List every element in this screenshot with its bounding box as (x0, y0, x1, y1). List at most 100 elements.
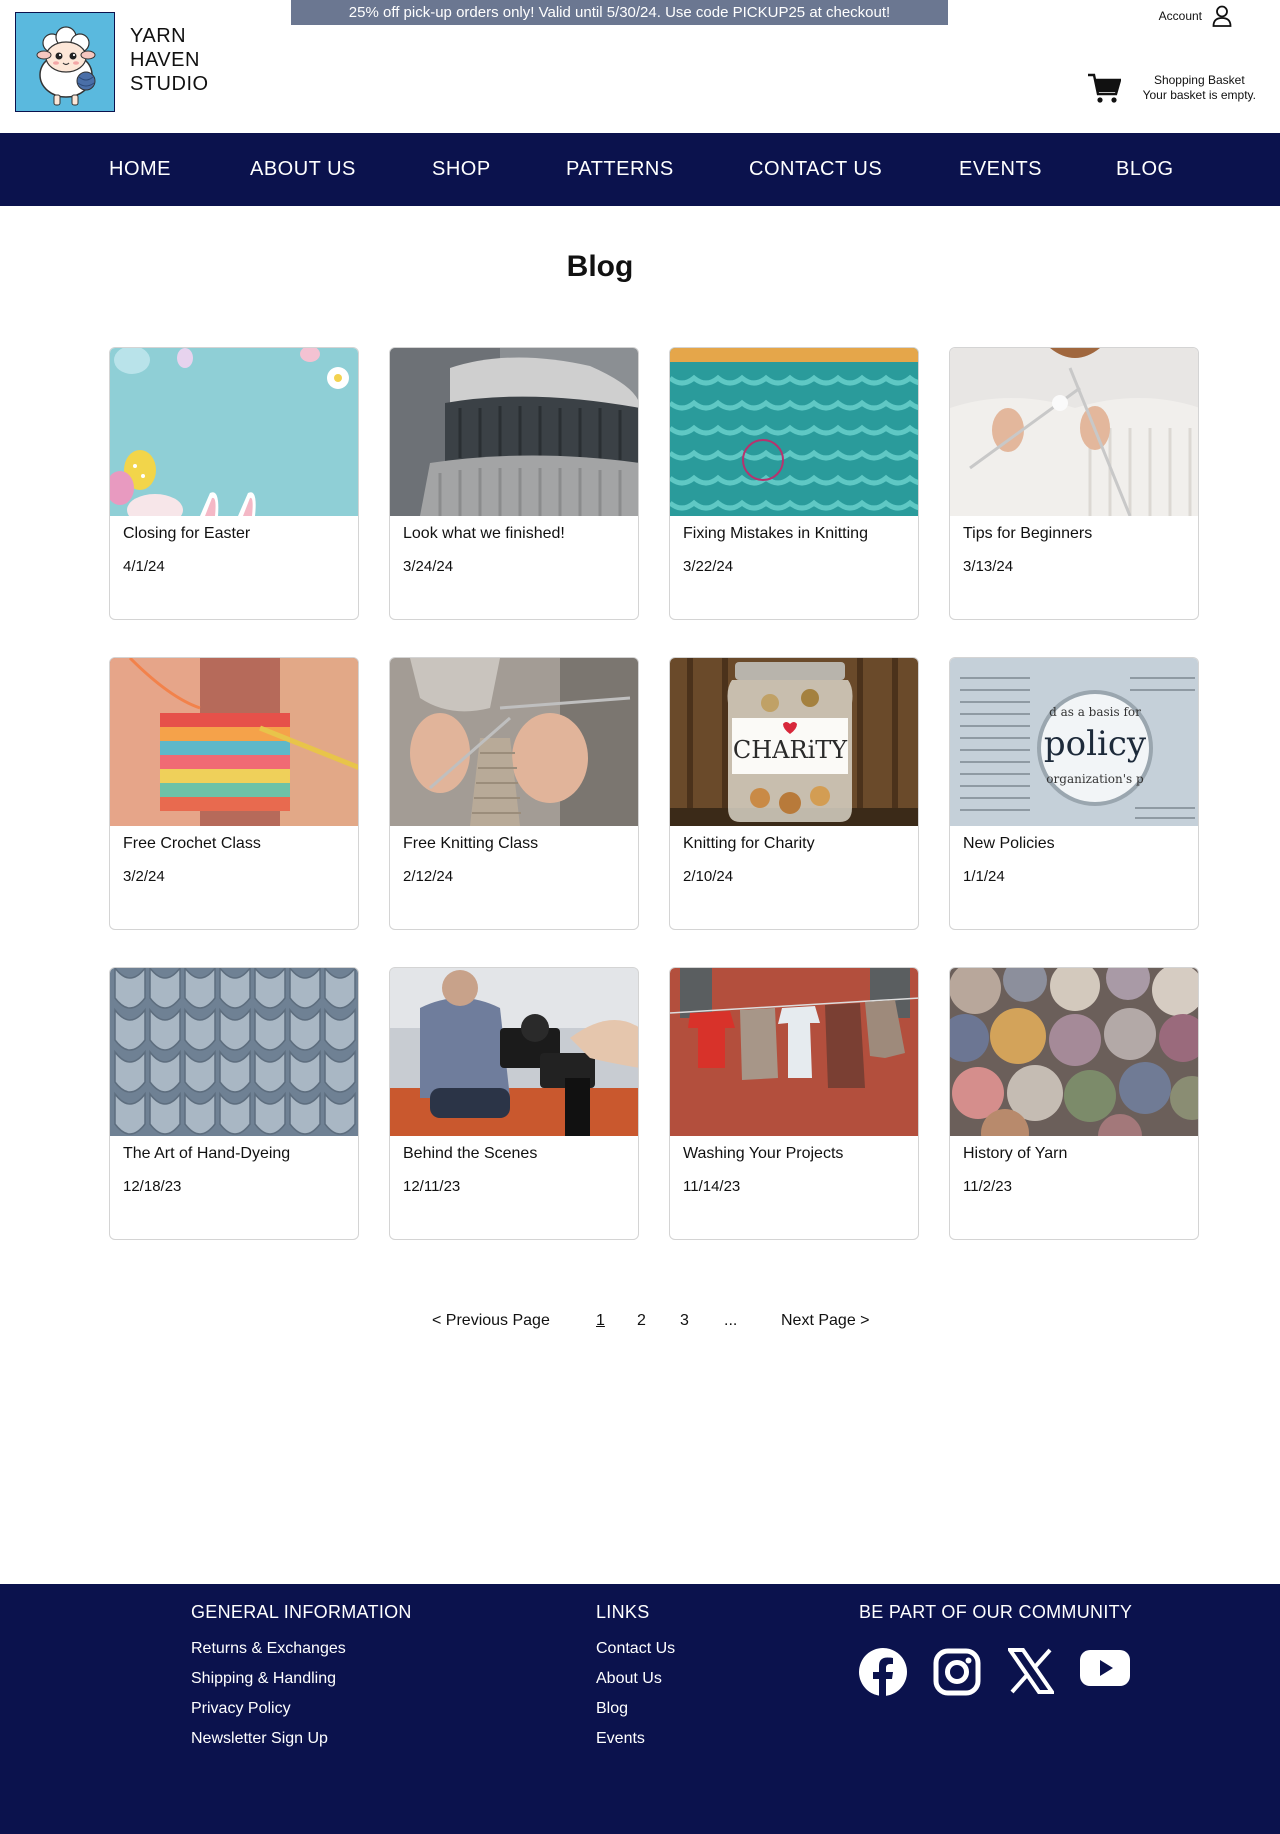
footer-link-contact[interactable]: Contact Us (596, 1640, 675, 1658)
policy-bottom-text: organization's p (1046, 772, 1144, 786)
page-title: Blog (566, 250, 634, 283)
logo-sheep-image[interactable] (15, 12, 115, 112)
page-2-link[interactable]: 2 (637, 1312, 646, 1330)
nav-contact-us[interactable]: CONTACT US (749, 133, 882, 206)
charity-jar-image: CHARiTY (670, 658, 918, 826)
nav-home[interactable]: HOME (109, 133, 171, 206)
basket-status: Your basket is empty. (1142, 88, 1256, 102)
basket-text: Shopping Basket Your basket is empty. (1143, 73, 1256, 103)
instagram-icon[interactable] (933, 1648, 981, 1696)
card-title: Tips for Beginners (963, 525, 1093, 542)
blog-card-crochet-class[interactable]: Free Crochet Class 3/2/24 (109, 657, 359, 930)
sweaters-image (390, 348, 638, 516)
card-date: 12/11/23 (403, 1178, 461, 1195)
card-title: Fixing Mistakes in Knitting (683, 525, 868, 542)
policy-top-text: d as a basis for (1049, 705, 1141, 719)
nav-patterns[interactable]: PATTERNS (566, 133, 674, 206)
footer-community-heading: BE PART OF OUR COMMUNITY (859, 1602, 1133, 1622)
nav-events[interactable]: EVENTS (959, 133, 1042, 206)
card-title: Washing Your Projects (683, 1145, 844, 1162)
main-nav: HOME ABOUT US SHOP PATTERNS CONTACT US E… (0, 133, 1280, 206)
footer-link-returns[interactable]: Returns & Exchanges (191, 1640, 346, 1658)
pagination: < Previous Page 1 2 3 ... Next Page > (0, 1312, 1280, 1332)
card-date: 4/1/24 (123, 558, 165, 575)
clothesline-image (670, 968, 918, 1136)
footer-links-heading: LINKS (596, 1602, 650, 1622)
footer-general-heading: GENERAL INFORMATION (191, 1602, 412, 1622)
footer-link-events[interactable]: Events (596, 1730, 645, 1748)
blog-card-tips-beginners[interactable]: Tips for Beginners 3/13/24 (949, 347, 1199, 620)
page-1-link[interactable]: 1 (596, 1312, 605, 1330)
yarn-balls-image (950, 968, 1198, 1136)
facebook-icon[interactable] (859, 1648, 907, 1696)
blog-card-new-policies[interactable]: d as a basis for policy organization's p… (949, 657, 1199, 930)
youtube-icon[interactable] (1080, 1650, 1130, 1686)
footer-link-shipping[interactable]: Shipping & Handling (191, 1670, 336, 1688)
policy-image: d as a basis for policy organization's p (950, 658, 1198, 826)
logo-line-3: STUDIO (130, 73, 209, 95)
account-link[interactable]: Account (1159, 5, 1232, 27)
card-date: 11/2/23 (963, 1178, 1012, 1195)
card-date: 3/2/24 (123, 868, 165, 885)
basket-title: Shopping Basket (1153, 73, 1245, 87)
blog-card-knitting-class[interactable]: Free Knitting Class 2/12/24 (389, 657, 639, 930)
sheep-icon (16, 13, 114, 111)
knitting-hands-image (950, 348, 1198, 516)
chunky-knit-image (110, 968, 358, 1136)
promo-banner: 25% off pick-up orders only! Valid until… (291, 0, 948, 25)
nav-about-us[interactable]: ABOUT US (250, 133, 356, 206)
blog-card-knitting-charity[interactable]: CHARiTY Knitting for Charity 2/10/24 (669, 657, 919, 930)
card-title: Behind the Scenes (403, 1145, 538, 1162)
card-title: History of Yarn (963, 1145, 1068, 1162)
card-title: Free Knitting Class (403, 835, 539, 852)
card-date: 12/18/23 (123, 1178, 182, 1195)
next-page-link[interactable]: Next Page > (781, 1312, 870, 1330)
crochet-image (110, 658, 358, 826)
blog-card-fixing-mistakes[interactable]: Fixing Mistakes in Knitting 3/22/24 (669, 347, 919, 620)
logo-wordmark[interactable]: YARN HAVEN STUDIO (130, 24, 209, 96)
previous-page-link[interactable]: < Previous Page (432, 1312, 550, 1330)
blog-card-behind-scenes[interactable]: Behind the Scenes 12/11/23 (389, 967, 639, 1240)
card-title: Knitting for Charity (683, 835, 815, 852)
card-title: Closing for Easter (123, 525, 251, 542)
cart-icon (1087, 73, 1121, 103)
knitting-class-image (390, 658, 638, 826)
easter-image (110, 348, 358, 516)
nav-shop[interactable]: SHOP (432, 133, 491, 206)
blog-card-easter[interactable]: Closing for Easter 4/1/24 (109, 347, 359, 620)
card-title: New Policies (963, 835, 1055, 852)
blog-card-hand-dyeing[interactable]: The Art of Hand-Dyeing 12/18/23 (109, 967, 359, 1240)
footer-link-newsletter[interactable]: Newsletter Sign Up (191, 1730, 328, 1748)
pagination-ellipsis: ... (724, 1312, 738, 1329)
camera-image (390, 968, 638, 1136)
card-date: 2/10/24 (683, 868, 734, 885)
card-date: 3/24/24 (403, 558, 454, 575)
card-date: 3/22/24 (683, 558, 734, 575)
site-footer: GENERAL INFORMATION Returns & Exchanges … (0, 1584, 1280, 1834)
card-date: 11/14/23 (683, 1178, 741, 1195)
card-date: 2/12/24 (403, 868, 454, 885)
card-date: 3/13/24 (963, 558, 1014, 575)
card-title: Look what we finished! (403, 525, 565, 542)
policy-text: policy (1044, 724, 1147, 764)
blog-card-history-yarn[interactable]: History of Yarn 11/2/23 (949, 967, 1199, 1240)
footer-link-about[interactable]: About Us (596, 1670, 662, 1688)
user-icon (1212, 5, 1232, 27)
logo-line-2: HAVEN (130, 49, 200, 71)
card-title: Free Crochet Class (123, 835, 261, 852)
nav-blog[interactable]: BLOG (1116, 133, 1174, 206)
x-icon[interactable] (1008, 1648, 1054, 1694)
site-header: YARN HAVEN STUDIO 25% off pick-up orders… (0, 0, 1280, 133)
blog-card-finished[interactable]: Look what we finished! 3/24/24 (389, 347, 639, 620)
card-title: The Art of Hand-Dyeing (123, 1145, 291, 1162)
footer-link-blog[interactable]: Blog (596, 1700, 628, 1718)
footer-link-privacy[interactable]: Privacy Policy (191, 1700, 291, 1718)
card-date: 1/1/24 (963, 868, 1005, 885)
shopping-basket[interactable]: Shopping Basket Your basket is empty. (1087, 72, 1256, 104)
account-label: Account (1158, 9, 1202, 23)
blog-card-washing-projects[interactable]: Washing Your Projects 11/14/23 (669, 967, 919, 1240)
logo-line-1: YARN (130, 25, 187, 47)
page-3-link[interactable]: 3 (680, 1312, 689, 1330)
charity-label: CHARiTY (733, 736, 848, 764)
teal-knit-image (670, 348, 918, 516)
